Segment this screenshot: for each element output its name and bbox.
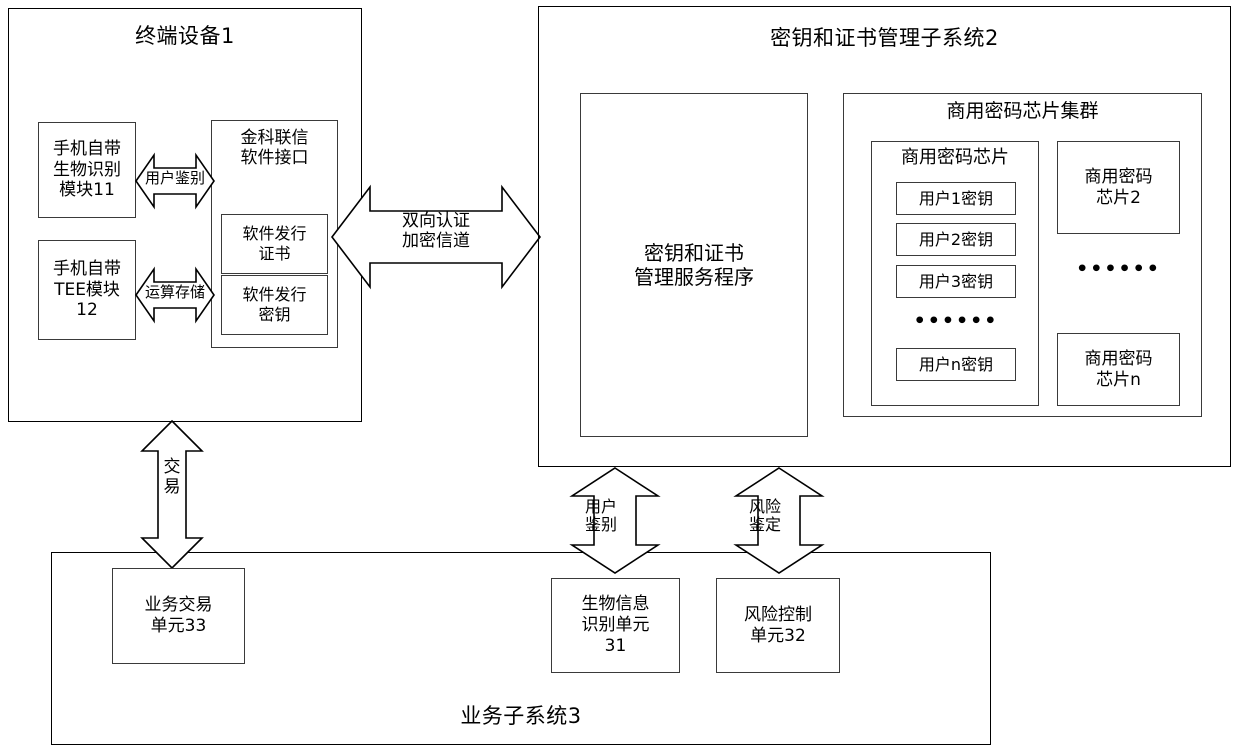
software-issue-key-box: 软件发行 密钥 (221, 275, 328, 335)
tee-module-box: 手机自带 TEE模块 12 (38, 240, 136, 340)
business-transaction-unit-box: 业务交易 单元33 (112, 568, 245, 664)
crypto-chip-n-box: 商用密码 芯片n (1057, 333, 1180, 406)
key-subsystem-title: 密钥和证书管理子系统2 (770, 26, 999, 50)
encrypted-channel-arrow (330, 184, 542, 290)
user-key-item: 用户3密钥 (896, 265, 1016, 298)
terminal-device-title: 终端设备1 (135, 24, 235, 48)
software-issue-certificate-box: 软件发行 证书 (221, 214, 328, 274)
bio-recognition-module-box: 手机自带 生物识别 模块11 (38, 122, 136, 218)
transaction-arrow (140, 419, 204, 570)
bio-info-recognition-unit-box: 生物信息 识别单元 31 (551, 578, 680, 673)
compute-store-arrow (135, 266, 215, 324)
crypto-chip-ellipsis: •••••• (1076, 258, 1161, 280)
risk-control-unit-box: 风险控制 单元32 (716, 578, 840, 673)
chip-cluster-title: 商用密码芯片集群 (946, 100, 1099, 122)
user-key-item: 用户1密钥 (896, 182, 1016, 215)
crypto-chip-1-title: 商用密码芯片 (901, 147, 1009, 168)
business-user-auth-arrow (569, 467, 661, 574)
software-interface-label: 金科联信 软件接口 (240, 128, 309, 169)
diagram-canvas: 终端设备1 手机自带 生物识别 模块11 手机自带 TEE模块 12 金科联信 … (0, 0, 1240, 754)
user-auth-arrow (135, 152, 215, 210)
user-key-item: 用户n密钥 (896, 348, 1016, 381)
business-subsystem-title: 业务子系统3 (460, 704, 582, 728)
user-key-item: 用户2密钥 (896, 223, 1016, 256)
risk-assessment-arrow (733, 467, 825, 574)
crypto-chip-2-box: 商用密码 芯片2 (1057, 141, 1180, 234)
user-key-ellipsis: •••••• (913, 310, 999, 332)
key-cert-service-program-box: 密钥和证书 管理服务程序 (580, 93, 808, 437)
